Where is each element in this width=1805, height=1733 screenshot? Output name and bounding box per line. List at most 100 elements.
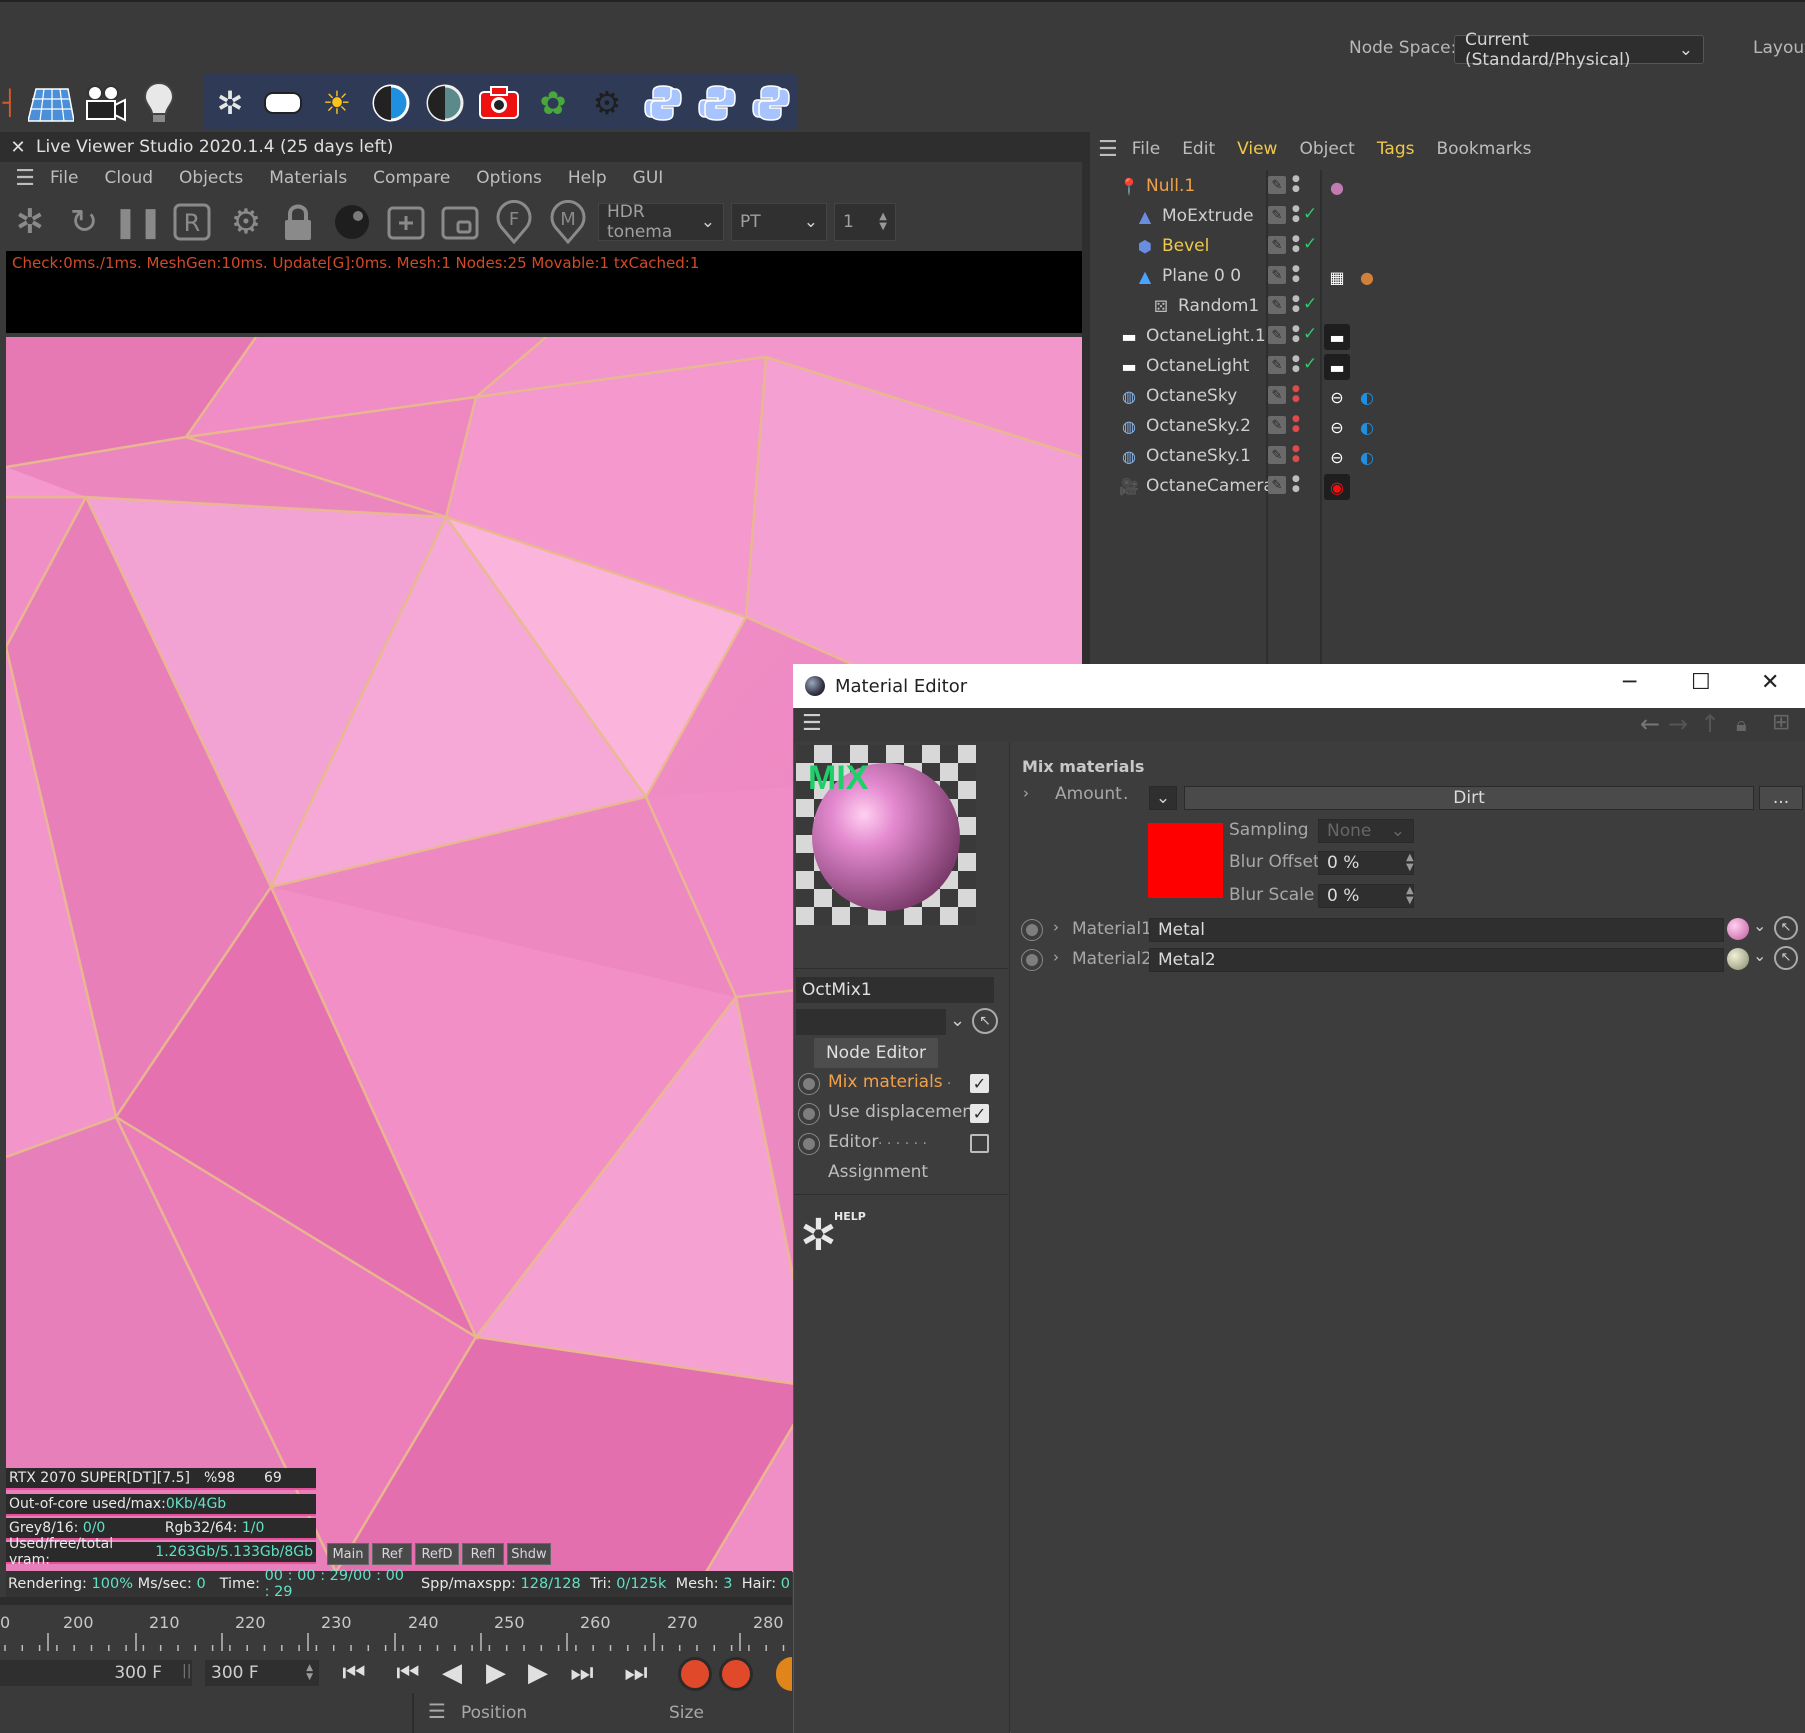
- film-region-icon[interactable]: [438, 200, 482, 244]
- visibility-dots-icon[interactable]: ● ●: [1292, 354, 1300, 374]
- hamburger-menu-icon[interactable]: ☰: [1098, 137, 1118, 162]
- om-menu-bookmarks[interactable]: Bookmarks: [1436, 139, 1531, 159]
- object-name[interactable]: OctaneCamera: [1146, 476, 1274, 496]
- spin-arrows-icon[interactable]: ▲ ▼: [1406, 886, 1414, 906]
- amount-dropdown[interactable]: ⌄: [1149, 786, 1177, 810]
- material-name-field[interactable]: OctMix1: [796, 977, 994, 1003]
- lock-icon[interactable]: 🔒︎: [1736, 712, 1747, 736]
- layout-label[interactable]: Layout: [1753, 38, 1805, 58]
- amount-more-button[interactable]: ...: [1759, 786, 1803, 810]
- visibility-dots-icon[interactable]: ● ●: [1292, 474, 1300, 494]
- layer-edit-icon[interactable]: ✎: [1268, 176, 1286, 194]
- hamburger-menu-icon[interactable]: ☰: [0, 166, 50, 191]
- enabled-check-icon[interactable]: ✓: [1303, 324, 1317, 344]
- daylight-tag-icon[interactable]: ◐: [1354, 444, 1380, 470]
- lock-icon[interactable]: [276, 200, 320, 244]
- enabled-check-icon[interactable]: ✓: [1303, 204, 1317, 224]
- object-row[interactable]: ◍ OctaneSky.2 ✎ ● ● ⊖ ◐: [1094, 412, 1805, 442]
- object-row[interactable]: ▬ OctaneLight ✎ ● ● ✓ ▬: [1094, 352, 1805, 382]
- pause-render-icon[interactable]: ❚❚: [113, 200, 163, 244]
- object-name[interactable]: MoExtrude: [1162, 206, 1254, 226]
- restart-render-icon[interactable]: ↻: [62, 200, 106, 244]
- object-row[interactable]: ⬢ Bevel ✎ ● ● ✓: [1094, 232, 1805, 262]
- object-name[interactable]: Plane 0 0: [1162, 266, 1241, 286]
- add-region-icon[interactable]: [384, 200, 428, 244]
- material2-radio[interactable]: [1022, 950, 1042, 970]
- chevron-right-icon[interactable]: ›: [1023, 784, 1029, 802]
- sky-tag-icon[interactable]: ⊖: [1324, 414, 1350, 440]
- spin-arrows-icon[interactable]: ▲ ▼: [1406, 853, 1414, 873]
- kernel-select[interactable]: PT ⌄: [731, 203, 827, 241]
- channel-label[interactable]: Use displacement: [828, 1102, 980, 1122]
- lv-menu-file[interactable]: File: [50, 168, 78, 188]
- lv-menu-options[interactable]: Options: [476, 168, 542, 188]
- channel-label[interactable]: Mix materials: [828, 1072, 943, 1092]
- light-tag-icon[interactable]: ▬: [1324, 324, 1350, 350]
- octane-camera-icon[interactable]: [474, 78, 524, 128]
- hamburger-menu-icon[interactable]: ☰: [428, 1699, 446, 1723]
- focus-pick-icon[interactable]: F: [492, 200, 536, 244]
- camera-tag-icon[interactable]: ◉: [1324, 474, 1350, 500]
- render-settings-gear-icon[interactable]: ⚙: [224, 200, 268, 244]
- clay-mode-icon[interactable]: [330, 200, 374, 244]
- forward-arrow-icon[interactable]: →: [1668, 710, 1688, 738]
- layer-edit-icon[interactable]: ✎: [1268, 236, 1286, 254]
- kernel-spinner[interactable]: 1 ▲ ▼: [834, 203, 896, 241]
- pass-tab-refl[interactable]: Refl: [462, 1543, 504, 1565]
- visibility-dots-icon[interactable]: ● ●: [1292, 324, 1300, 344]
- octane-logo-icon[interactable]: ✲: [205, 78, 255, 128]
- layer-edit-icon[interactable]: ✎: [1268, 386, 1286, 404]
- node-editor-button[interactable]: Node Editor: [814, 1038, 938, 1068]
- max-frame-field[interactable]: 300 F ▲ ▼: [205, 1660, 319, 1686]
- material-pick-icon[interactable]: M: [546, 200, 590, 244]
- object-name[interactable]: OctaneSky.2: [1146, 416, 1251, 436]
- pass-tab-ref[interactable]: Ref: [372, 1543, 412, 1565]
- close-icon[interactable]: ✕: [0, 137, 36, 158]
- object-row[interactable]: ⚄ Random1 ✎ ● ● ✓: [1094, 292, 1805, 322]
- octane-hdri-icon[interactable]: [420, 78, 470, 128]
- sky-tag-icon[interactable]: ⊖: [1324, 444, 1350, 470]
- close-window-icon[interactable]: ✕: [1761, 670, 1779, 695]
- enabled-check-icon[interactable]: ✓: [1303, 294, 1317, 314]
- pass-tab-refd[interactable]: RefD: [415, 1543, 459, 1565]
- chevron-right-icon[interactable]: ›: [1053, 918, 1059, 936]
- next-key-icon[interactable]: ⏭: [562, 1655, 602, 1691]
- enabled-check-icon[interactable]: ✓: [1303, 234, 1317, 254]
- tool-cut-icon[interactable]: ┤: [0, 78, 20, 128]
- back-arrow-icon[interactable]: ←: [1640, 710, 1660, 738]
- timeline-scrollbar[interactable]: [0, 1597, 792, 1605]
- lv-menu-cloud[interactable]: Cloud: [104, 168, 153, 188]
- octane-area-light-icon[interactable]: [258, 78, 308, 128]
- om-menu-file[interactable]: File: [1132, 139, 1160, 159]
- amount-texture-button[interactable]: Dirt: [1184, 786, 1754, 810]
- tonemap-select[interactable]: HDR tonema ⌄: [598, 202, 724, 242]
- material1-radio[interactable]: [1022, 920, 1042, 940]
- previous-frame-icon[interactable]: ◀: [432, 1655, 472, 1691]
- channel-checkbox[interactable]: [970, 1134, 989, 1153]
- light-tag-icon[interactable]: ▬: [1324, 354, 1350, 380]
- lv-menu-gui[interactable]: GUI: [633, 168, 664, 188]
- object-row[interactable]: 📍 Null.1 ✎ ● ● ●: [1094, 172, 1805, 202]
- up-arrow-icon[interactable]: ↑: [1700, 710, 1720, 738]
- visibility-dots-icon[interactable]: ● ●: [1292, 174, 1300, 194]
- layer-edit-icon[interactable]: ✎: [1268, 296, 1286, 314]
- spin-arrows-icon[interactable]: ▲ ▼: [879, 212, 887, 232]
- blur-offset-field[interactable]: 0 %: [1318, 851, 1414, 875]
- floor-grid-icon[interactable]: [26, 78, 76, 128]
- daylight-tag-icon[interactable]: ◐: [1354, 384, 1380, 410]
- layer-edit-icon[interactable]: ✎: [1268, 206, 1286, 224]
- visibility-dots-icon[interactable]: ● ●: [1292, 264, 1300, 284]
- octane-render-icon[interactable]: ✲: [8, 200, 52, 244]
- checker-tag-icon[interactable]: ▦: [1324, 264, 1350, 290]
- go-to-end-icon[interactable]: ⏭: [616, 1655, 656, 1691]
- pick-arrow-icon[interactable]: ↖: [1774, 946, 1798, 970]
- balls-tag-icon[interactable]: ●: [1354, 264, 1380, 290]
- python-script-icon-3[interactable]: [746, 78, 796, 128]
- play-icon[interactable]: ▶: [476, 1655, 516, 1691]
- record-keyframe-icon[interactable]: [678, 1657, 712, 1691]
- pass-tab-shdw[interactable]: Shdw: [507, 1543, 551, 1565]
- layer-edit-icon[interactable]: ✎: [1268, 476, 1286, 494]
- chevron-down-icon[interactable]: ⌄: [1753, 946, 1766, 965]
- object-row[interactable]: ▬ OctaneLight.1 ✎ ● ● ✓ ▬: [1094, 322, 1805, 352]
- python-script-icon-2[interactable]: [692, 78, 742, 128]
